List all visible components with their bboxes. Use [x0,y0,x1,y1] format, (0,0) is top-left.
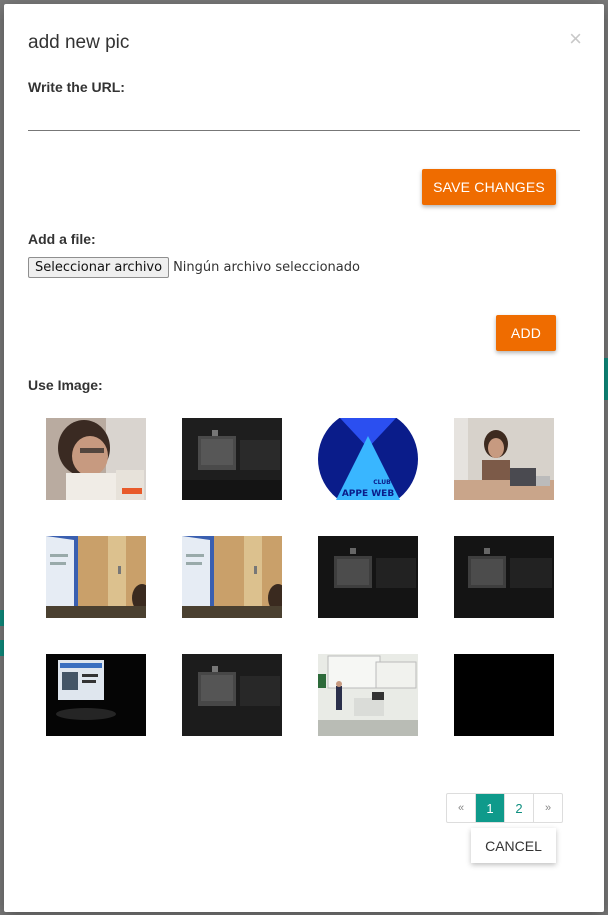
thumb-poster-room[interactable] [46,536,146,618]
cancel-button[interactable]: CANCEL [471,828,556,863]
thumb-projector-screen[interactable] [46,654,146,736]
pagination-prev[interactable]: « [447,794,476,822]
image-grid: APPE WEB CLUB [46,418,554,736]
pagination: « 1 2 » [446,793,563,823]
file-label: Add a file: [28,231,96,247]
modal-title: add new pic [28,32,130,53]
use-image-label: Use Image: [28,377,103,393]
url-input[interactable] [28,104,580,131]
close-icon[interactable]: × [569,28,582,50]
thumb-lecture-hall[interactable] [318,654,418,736]
thumb-speaker-laptop[interactable] [454,418,554,500]
logo-subtext: CLUB [373,479,391,486]
pagination-page-2[interactable]: 2 [505,794,534,822]
add-pic-modal: add new pic × Write the URL: SAVE CHANGE… [4,4,604,912]
thumb-dark-room[interactable] [454,536,554,618]
thumb-appe-web-logo[interactable]: APPE WEB CLUB [318,418,418,500]
pagination-page-1[interactable]: 1 [476,794,505,822]
thumb-dark-room[interactable] [182,418,282,500]
thumb-dark-room[interactable] [182,654,282,736]
pagination-next[interactable]: » [534,794,562,822]
logo-text: APPE WEB [342,489,395,499]
save-changes-button[interactable]: SAVE CHANGES [422,169,556,205]
file-picker: Seleccionar archivo Ningún archivo selec… [28,256,360,278]
thumb-black[interactable] [454,654,554,736]
file-status: Ningún archivo seleccionado [173,259,360,275]
thumb-dark-room[interactable] [318,536,418,618]
thumb-poster-room[interactable] [182,536,282,618]
url-label: Write the URL: [28,79,125,95]
background-teal-bar [604,358,608,400]
add-button[interactable]: ADD [496,315,556,351]
choose-file-button[interactable]: Seleccionar archivo [28,256,170,278]
thumb-woman-phone[interactable] [46,418,146,500]
